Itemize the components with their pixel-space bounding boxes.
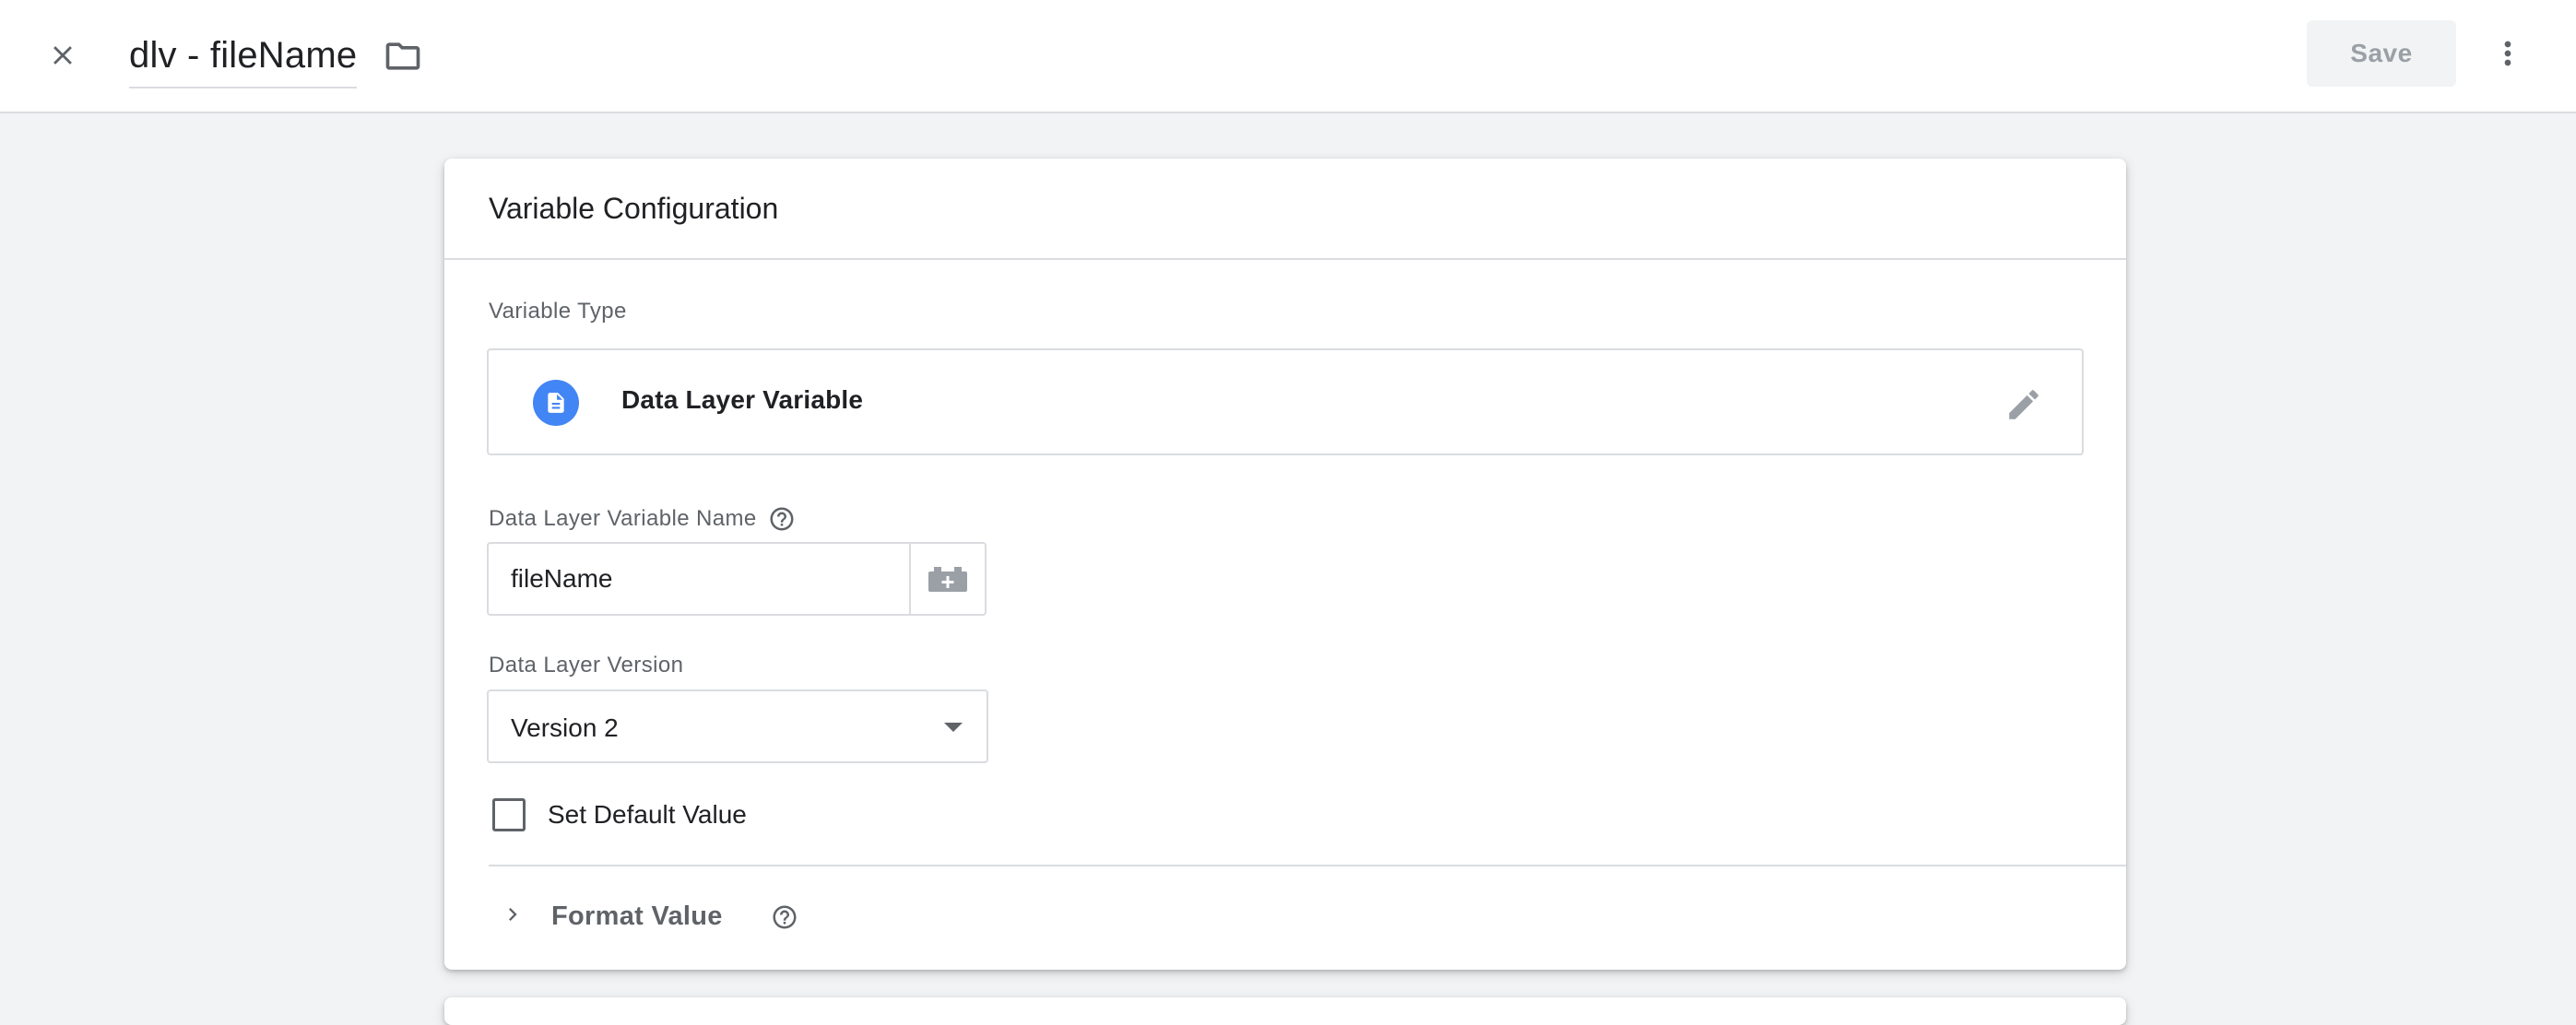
folder-icon [385, 42, 420, 70]
pencil-icon[interactable] [2003, 383, 2045, 426]
close-button[interactable] [37, 29, 89, 81]
default-value-checkbox[interactable] [492, 798, 526, 831]
add-variable-icon [928, 567, 967, 592]
version-select[interactable]: Version 2 [487, 689, 988, 763]
variable-name-field[interactable]: dlv - fileName [129, 24, 358, 88]
default-value-label[interactable]: Set Default Value [548, 800, 747, 830]
help-icon[interactable] [771, 903, 798, 931]
more-options-button[interactable] [2482, 28, 2534, 79]
insert-variable-button[interactable] [909, 544, 985, 614]
top-bar: dlv - fileName Save [0, 0, 2576, 113]
format-value-label: Format Value [551, 901, 723, 931]
chevron-right-icon [500, 901, 526, 927]
variable-name-input[interactable]: fileName [489, 544, 909, 614]
variable-type-selector[interactable]: Data Layer Variable [487, 348, 2084, 455]
more-vert-icon [2504, 41, 2511, 66]
variable-name-input-group: fileName [487, 542, 987, 616]
variable-configuration-card: Variable Configuration Variable Type Dat… [444, 159, 2126, 970]
close-icon [53, 46, 72, 65]
document-icon [533, 380, 579, 426]
variable-type-label: Variable Type [489, 299, 627, 324]
variable-name-label: Data Layer Variable Name [489, 506, 757, 531]
variable-type-name: Data Layer Variable [621, 385, 864, 414]
default-value-checkbox-row[interactable]: Set Default Value [492, 796, 747, 833]
card-header: Variable Configuration [444, 159, 2126, 260]
card-title: Variable Configuration [489, 192, 779, 225]
dropdown-arrow-icon [944, 723, 963, 732]
save-button[interactable]: Save [2307, 20, 2456, 87]
help-icon[interactable] [768, 505, 796, 533]
variable-name-label-row: Data Layer Variable Name [489, 505, 796, 533]
version-label: Data Layer Version [489, 653, 684, 677]
page-title[interactable]: dlv - fileName [129, 35, 357, 77]
folder-button[interactable] [380, 33, 426, 79]
triggering-card-partial [444, 997, 2126, 1025]
version-selected-value: Version 2 [511, 713, 619, 742]
format-value-expander[interactable]: Format Value [489, 866, 2126, 968]
